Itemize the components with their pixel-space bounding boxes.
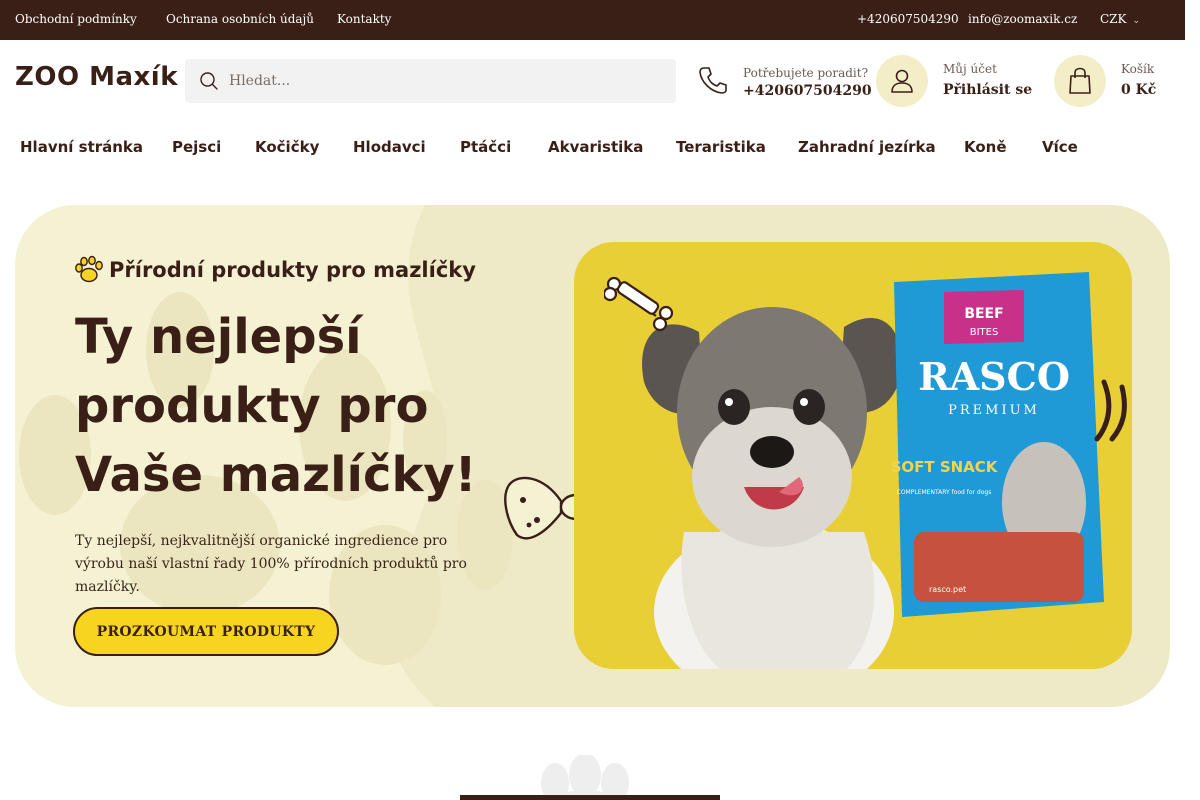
dog-illustration bbox=[642, 307, 902, 669]
site-logo[interactable]: ZOO Maxík bbox=[15, 62, 178, 92]
search-input[interactable] bbox=[229, 59, 649, 103]
nav-item-aquaristics[interactable]: Akvaristika bbox=[548, 138, 643, 156]
cart-label: Košík bbox=[1121, 62, 1155, 76]
account-label: Můj účet bbox=[943, 62, 997, 76]
help-label: Potřebujete poradit? bbox=[743, 66, 869, 80]
nav-item-dogs[interactable]: Pejsci bbox=[172, 138, 221, 156]
link-contacts[interactable]: Kontakty bbox=[337, 12, 391, 26]
shopping-bag-icon bbox=[1069, 67, 1091, 94]
topbar-email[interactable]: info@zoomaxik.cz bbox=[968, 12, 1077, 26]
cart-circle bbox=[1054, 55, 1106, 107]
currency-selector[interactable]: CZK ⌄ bbox=[1100, 12, 1140, 26]
hero-headline: Ty nejlepší produkty pro Vaše mazlíčky! bbox=[75, 309, 477, 503]
section-paw-decoration bbox=[460, 755, 720, 800]
account-circle bbox=[876, 55, 928, 107]
search-icon[interactable] bbox=[199, 71, 219, 95]
nav-item-home[interactable]: Hlavní stránka bbox=[20, 138, 143, 156]
topbar-phone[interactable]: +420607504290 bbox=[857, 12, 959, 26]
nav-item-birds[interactable]: Ptáčci bbox=[460, 138, 511, 156]
link-privacy[interactable]: Ochrana osobních údajů bbox=[166, 12, 314, 26]
pack-badge: BEEF bbox=[964, 306, 1003, 322]
pack-badge-sub: BITES bbox=[970, 327, 999, 338]
stripe-decoration bbox=[1094, 379, 1127, 442]
paw-icon bbox=[75, 255, 103, 283]
currency-label: CZK bbox=[1100, 12, 1127, 26]
cart-total: 0 Kč bbox=[1121, 82, 1157, 98]
top-bar: Obchodní podmínky Ochrana osobních údajů… bbox=[0, 0, 1185, 40]
nav-item-garden-ponds[interactable]: Zahradní jezírka bbox=[798, 138, 936, 156]
product-package: BEEF BITES RASCO PREMIUM SOFT SNACK COMP… bbox=[891, 272, 1104, 617]
pack-site: rasco.pet bbox=[929, 585, 966, 594]
search-bar bbox=[185, 59, 676, 103]
login-link[interactable]: Přihlásit se bbox=[943, 82, 1032, 98]
chevron-down-icon: ⌄ bbox=[1132, 16, 1141, 26]
nav-item-horses[interactable]: Koně bbox=[964, 138, 1007, 156]
pack-brand: RASCO bbox=[918, 354, 1070, 399]
chevron-down-icon: ⌄ bbox=[1050, 138, 1058, 148]
pack-line: PREMIUM bbox=[948, 403, 1040, 418]
explore-products-button[interactable]: PROZKOUMAT PRODUKTY bbox=[73, 607, 339, 656]
user-icon bbox=[891, 69, 913, 93]
hero-kicker-text: Přírodní produkty pro mazlíčky bbox=[109, 258, 476, 282]
promo-image-card: BEEF BITES RASCO PREMIUM SOFT SNACK COMP… bbox=[574, 242, 1132, 669]
pack-product: SOFT SNACK bbox=[891, 458, 999, 476]
phone-icon bbox=[697, 64, 729, 100]
link-terms[interactable]: Obchodní podmínky bbox=[15, 12, 137, 26]
nav-item-cats[interactable]: Kočičky bbox=[255, 138, 319, 156]
hero-kicker: Přírodní produkty pro mazlíčky bbox=[73, 255, 476, 285]
nav-item-rodents[interactable]: Hlodavci bbox=[353, 138, 426, 156]
hero-description: Ty nejlepší, nejkvalitnější organické in… bbox=[75, 533, 467, 595]
bone-illustration bbox=[604, 276, 674, 331]
nav-item-terraristics[interactable]: Teraristika bbox=[676, 138, 766, 156]
hero-banner: Přírodní produkty pro mazlíčky Ty nejlep… bbox=[15, 205, 1170, 707]
pack-subtitle: COMPLEMENTARY food for dogs bbox=[897, 489, 992, 496]
nav-more-label: Více bbox=[1042, 138, 1078, 156]
help-phone[interactable]: +420607504290 bbox=[743, 83, 872, 99]
